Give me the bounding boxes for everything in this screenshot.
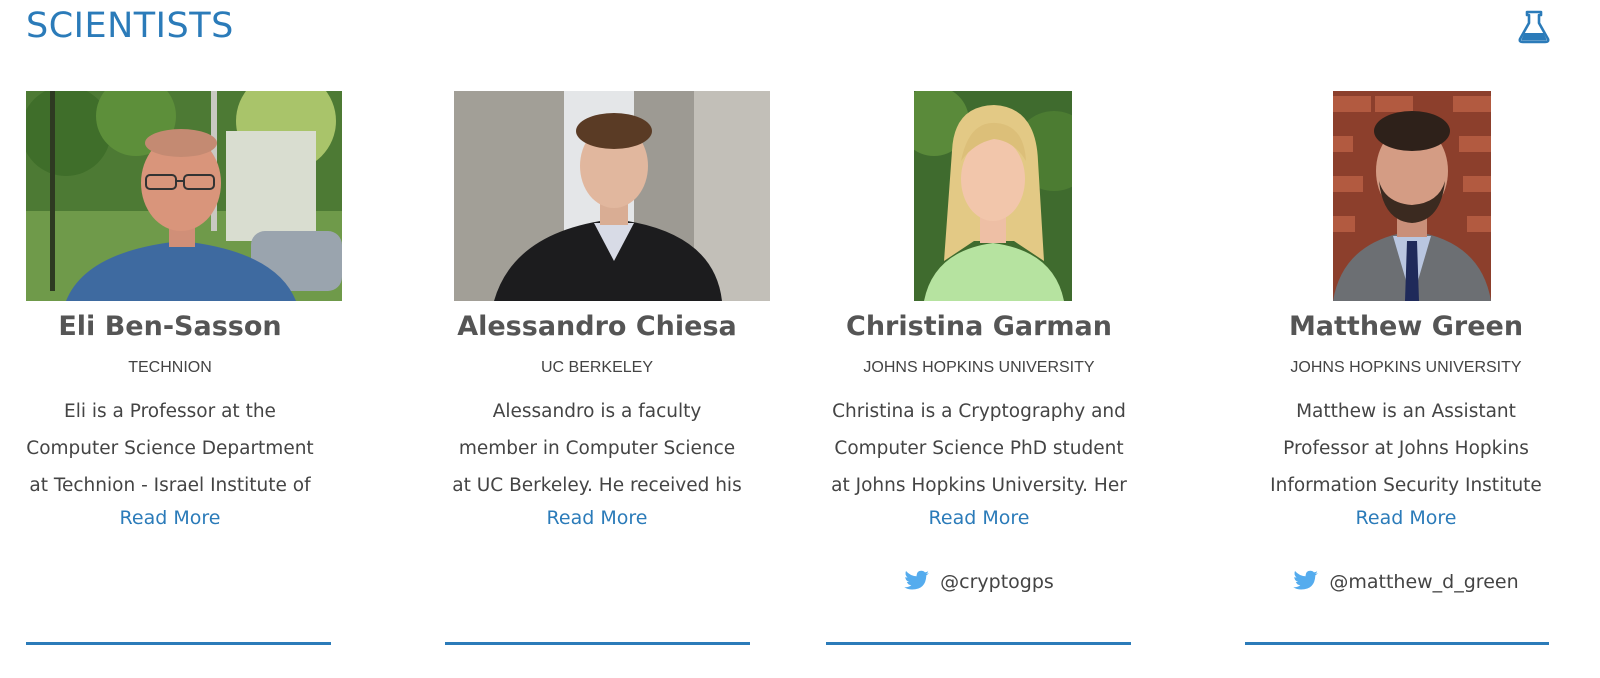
- scientist-photo: [914, 91, 1072, 301]
- scientist-affiliation: TECHNION: [128, 359, 212, 376]
- card-divider: [445, 642, 750, 645]
- scientist-card: Eli Ben-Sasson TECHNION Eli is a Profess…: [15, 0, 342, 678]
- scientist-bio: Alessandro is a faculty member in Comput…: [442, 393, 752, 504]
- scientist-name: Christina Garman: [846, 311, 1112, 342]
- scientist-photo: [1333, 91, 1491, 301]
- twitter-handle-text: @matthew_d_green: [1329, 571, 1519, 593]
- card-divider: [826, 642, 1131, 645]
- read-more-link[interactable]: Read More: [442, 507, 752, 529]
- scientist-affiliation: JOHNS HOPKINS UNIVERSITY: [863, 359, 1095, 376]
- scientist-bio-text: Christina is a Cryptography and Computer…: [831, 401, 1127, 496]
- scientist-bio: Christina is a Cryptography and Computer…: [824, 393, 1134, 504]
- scientist-name: Matthew Green: [1288, 311, 1524, 342]
- scientist-card: Matthew Green JOHNS HOPKINS UNIVERSITY M…: [1250, 0, 1562, 678]
- card-divider: [26, 642, 331, 645]
- scientist-card: Alessandro Chiesa UC BERKELEY Alessandro…: [442, 0, 770, 678]
- card-divider: [1245, 642, 1549, 645]
- twitter-handle[interactable]: @matthew_d_green: [1250, 570, 1562, 593]
- read-more-link[interactable]: Read More: [824, 507, 1134, 529]
- scientist-name: Alessandro Chiesa: [457, 311, 737, 342]
- scientist-affiliation: UC BERKELEY: [540, 359, 654, 376]
- twitter-icon: [904, 570, 930, 592]
- scientist-photo: [454, 91, 770, 301]
- scientist-photo: [26, 91, 342, 301]
- scientist-name: Eli Ben-Sasson: [58, 311, 282, 342]
- scientist-bio: Matthew is an Assistant Professor at Joh…: [1250, 393, 1562, 504]
- read-more-link[interactable]: Read More: [15, 507, 325, 529]
- scientist-bio-text: Matthew is an Assistant Professor at Joh…: [1270, 401, 1542, 496]
- twitter-handle-text: @cryptogps: [940, 571, 1054, 593]
- twitter-icon: [1293, 570, 1319, 592]
- twitter-handle[interactable]: @cryptogps: [824, 570, 1134, 593]
- scientist-affiliation: JOHNS HOPKINS UNIVERSITY: [1290, 359, 1522, 376]
- scientist-bio-text: Eli is a Professor at the Computer Scien…: [26, 401, 314, 496]
- scientist-bio: Eli is a Professor at the Computer Scien…: [15, 393, 325, 504]
- scientist-card: Christina Garman JOHNS HOPKINS UNIVERSIT…: [824, 0, 1134, 678]
- scientist-bio-text: Alessandro is a faculty member in Comput…: [452, 401, 742, 496]
- read-more-link[interactable]: Read More: [1250, 507, 1562, 529]
